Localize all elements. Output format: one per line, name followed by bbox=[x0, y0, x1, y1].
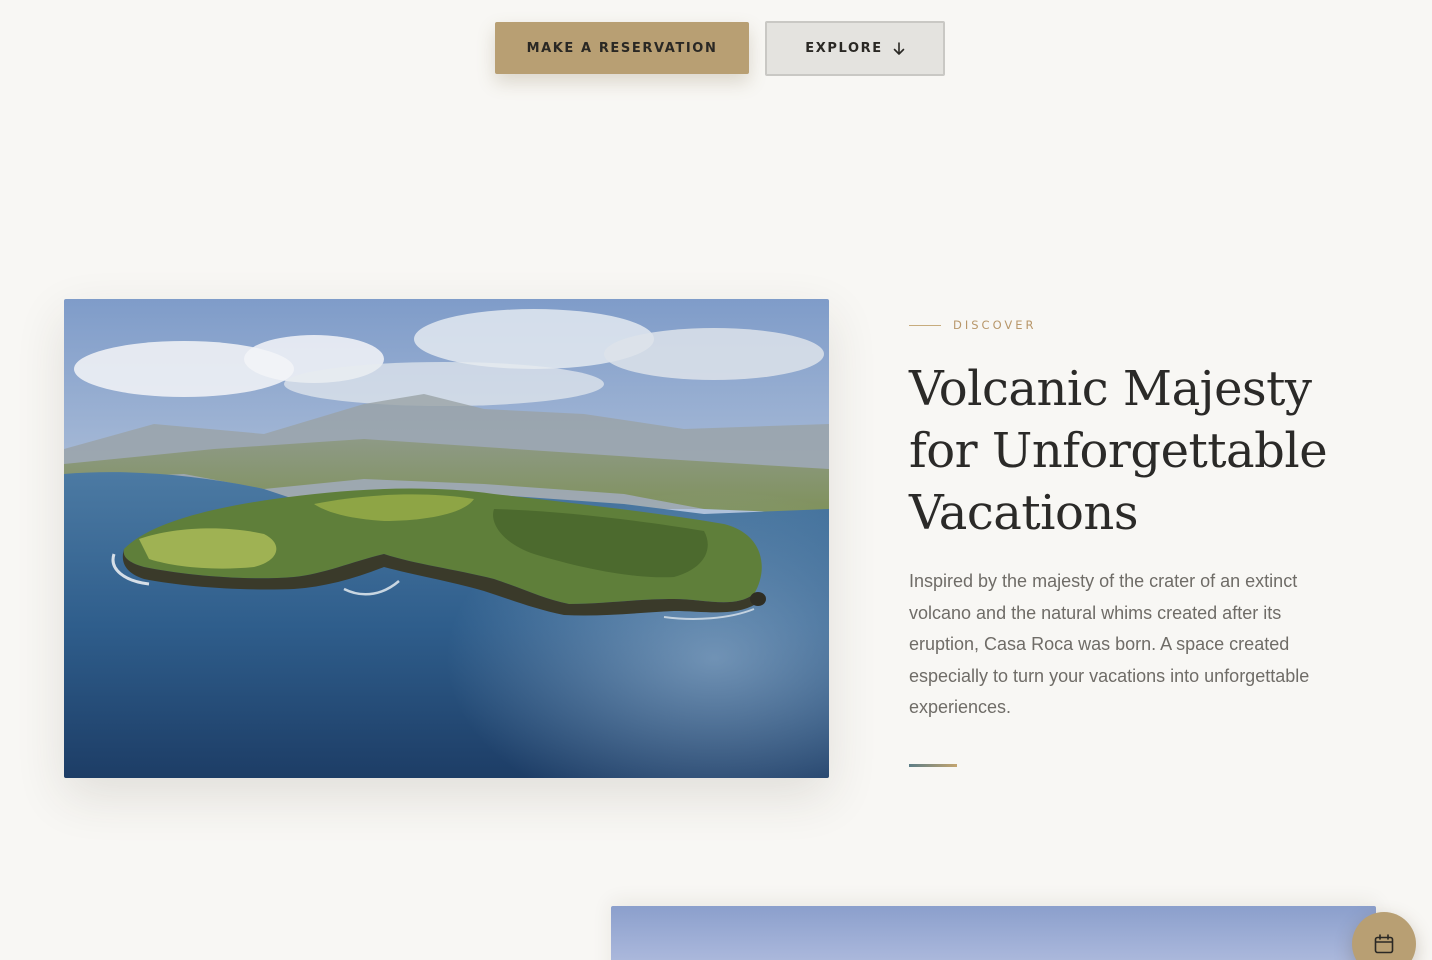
make-reservation-button[interactable]: MAKE A RESERVATION bbox=[495, 22, 749, 74]
section-body: Inspired by the majesty of the crater of… bbox=[909, 571, 1310, 717]
page: MAKE A RESERVATION EXPLORE DISCOVER Volc… bbox=[0, 0, 1432, 960]
section-headline: Volcanic Majesty for Unforgettable Vacat… bbox=[909, 361, 1328, 541]
feature-image bbox=[64, 299, 829, 778]
eyebrow-text: DISCOVER bbox=[953, 318, 1037, 332]
arrow-down-icon bbox=[893, 41, 905, 56]
aerial-island-coast-photo bbox=[64, 299, 829, 778]
accent-divider bbox=[909, 764, 957, 767]
next-section-image bbox=[611, 906, 1376, 960]
explore-label: EXPLORE bbox=[805, 41, 883, 56]
section-eyebrow: DISCOVER bbox=[909, 318, 1037, 332]
eyebrow-line bbox=[909, 324, 941, 326]
explore-button[interactable]: EXPLORE bbox=[765, 21, 945, 76]
make-reservation-label: MAKE A RESERVATION bbox=[526, 40, 718, 56]
calendar-icon bbox=[1372, 932, 1396, 960]
